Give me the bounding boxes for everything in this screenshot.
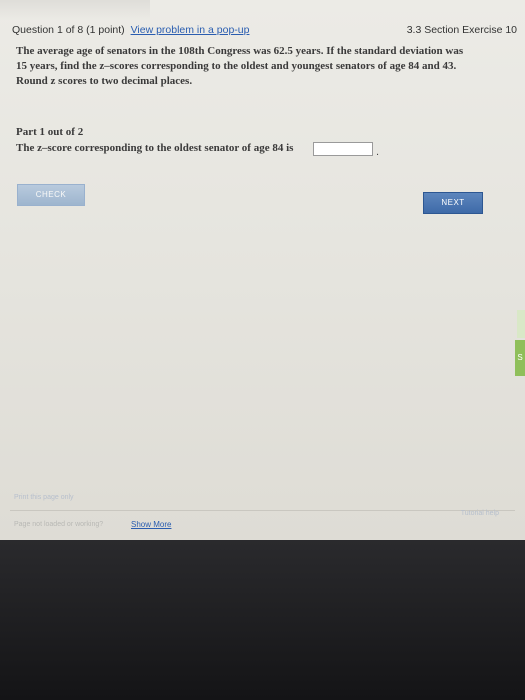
- side-panel-tab-light[interactable]: [517, 310, 525, 338]
- question-info: Question 1 of 8 (1 point) View problem i…: [12, 24, 249, 36]
- question-counter: Question 1 of 8 (1 point): [12, 24, 125, 36]
- prompt-period: .: [376, 146, 380, 158]
- show-more-link[interactable]: Show More: [131, 520, 171, 529]
- problem-statement: The average age of senators in the 108th…: [16, 44, 506, 89]
- answer-prompt: The z–score corresponding to the oldest …: [16, 142, 294, 154]
- browser-page: Question 1 of 8 (1 point) View problem i…: [0, 0, 525, 540]
- problem-line-1: The average age of senators in the 108th…: [16, 45, 464, 57]
- popup-link[interactable]: View problem in a pop-up: [131, 24, 250, 36]
- problem-line-3: Round z scores to two decimal places.: [16, 75, 193, 87]
- section-label: 3.3 Section Exercise 10: [406, 24, 517, 36]
- tutorial-link[interactable]: Tutorial help: [461, 510, 499, 517]
- footer-divider: [10, 510, 515, 511]
- side-panel-tab[interactable]: S: [515, 340, 525, 376]
- next-button[interactable]: NEXT: [423, 192, 483, 214]
- problem-line-2: 15 years, find the z–scores correspondin…: [16, 60, 457, 72]
- print-page-link[interactable]: Print this page only: [14, 494, 74, 501]
- not-working-text: Page not loaded or working?: [14, 521, 104, 528]
- z-score-answer-input[interactable]: [313, 142, 373, 156]
- check-button[interactable]: CHECK: [17, 184, 85, 206]
- monitor-bezel: [0, 540, 525, 700]
- part-label: Part 1 out of 2: [16, 126, 84, 138]
- question-header: Question 1 of 8 (1 point) View problem i…: [12, 24, 517, 40]
- top-shadow: [0, 0, 150, 20]
